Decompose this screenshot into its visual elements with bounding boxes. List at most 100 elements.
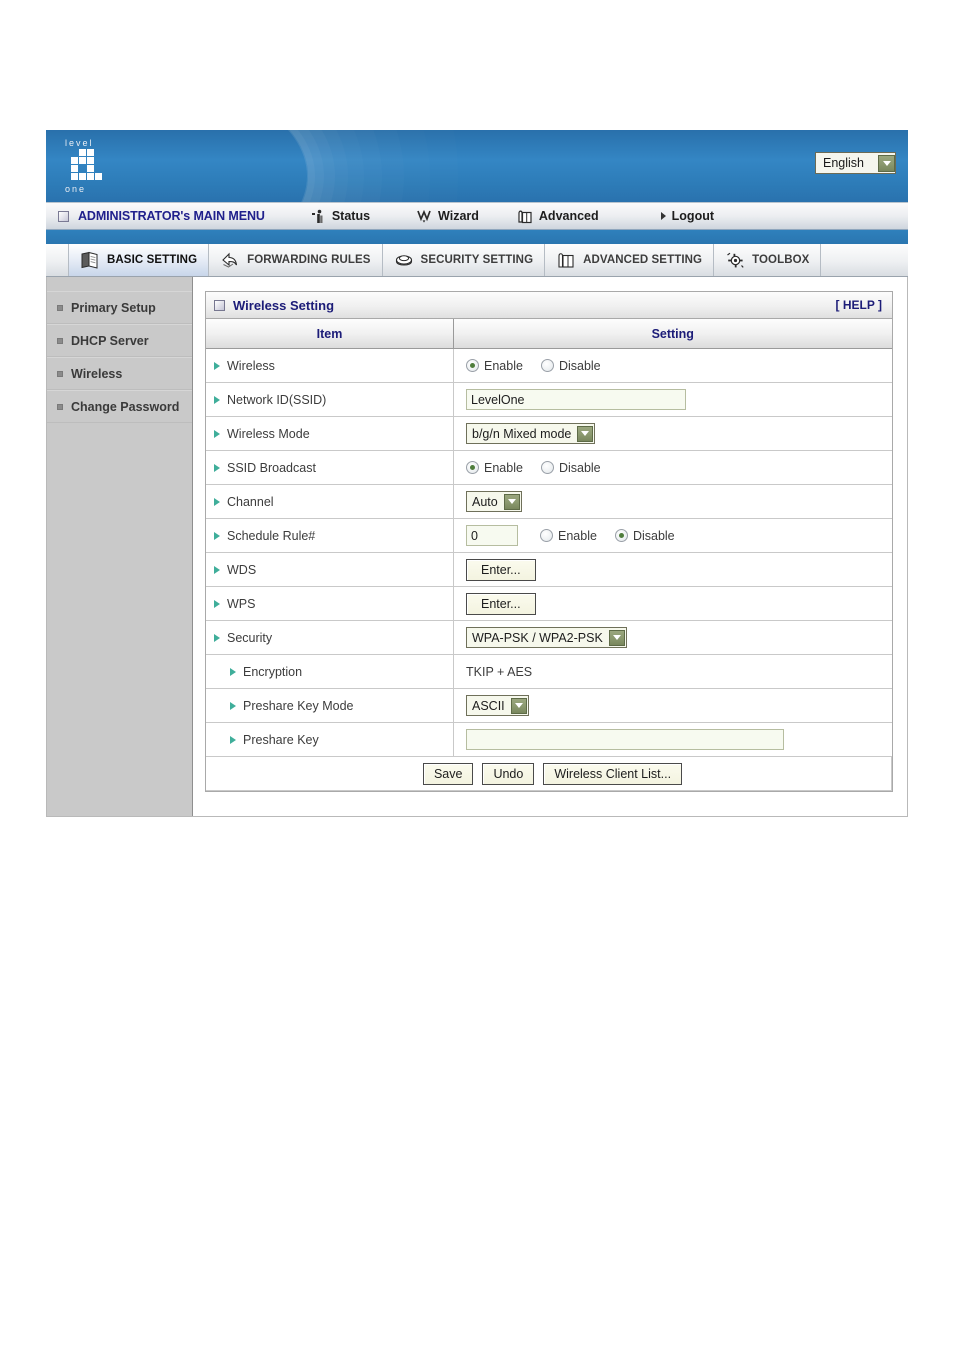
admin-main-menu-text: ADMINISTRATOR's MAIN MENU (78, 209, 265, 223)
sidebar-item-dhcp-server[interactable]: DHCP Server (47, 324, 192, 357)
row-label-encryption: Encryption (243, 664, 303, 679)
preshare-key-mode-select[interactable]: ASCII (466, 695, 529, 716)
preshare-key-input[interactable] (466, 729, 784, 750)
logo-bottom-text: one (65, 184, 87, 194)
row-label-cell: Schedule Rule# (206, 518, 454, 553)
radio-selected-icon (466, 461, 479, 474)
chevron-down-icon (608, 629, 625, 646)
content-area: Wireless Setting [ HELP ] Item Setting W… (193, 277, 907, 816)
radio-schedule-rule-enable[interactable]: Enable (540, 529, 597, 543)
table-row-ssid: Network ID(SSID) (206, 382, 892, 417)
row-label-cell: Security (206, 620, 454, 655)
row-label-cell: Preshare Key (206, 722, 454, 757)
sidebar-item-change-password[interactable]: Change Password (47, 390, 192, 423)
radio-wireless-enable[interactable]: Enable (466, 359, 523, 373)
table-row-wps: WPS Enter... (206, 586, 892, 621)
language-selector[interactable]: English (815, 152, 896, 174)
menu-item-logout-label: Logout (671, 209, 714, 223)
wds-enter-button[interactable]: Enter... (466, 558, 536, 581)
radio-selected-icon (614, 529, 628, 542)
save-button[interactable]: Save (422, 762, 474, 785)
table-row-wireless: Wireless Enable Disable (206, 348, 892, 383)
logo-mark-icon (65, 149, 105, 183)
table-header-row: Item Setting (206, 319, 892, 349)
wireless-mode-value: b/g/n Mixed mode (472, 426, 572, 441)
sidebar-item-wireless[interactable]: Wireless (47, 357, 192, 390)
tab-basic-setting[interactable]: BASIC SETTING (68, 244, 210, 276)
tab-toolbox-label: TOOLBOX (752, 254, 810, 266)
undo-button[interactable]: Undo (482, 762, 535, 785)
radio-schedule-rule-disable[interactable]: Disable (614, 529, 675, 543)
security-select[interactable]: WPA-PSK / WPA2-PSK (466, 627, 627, 648)
status-icon (311, 209, 326, 224)
footer-button-cell: Save Undo Wireless Client List... (206, 756, 892, 791)
radio-wireless-disable[interactable]: Disable (540, 358, 601, 373)
sidebar-item-label: DHCP Server (71, 333, 149, 348)
encryption-value: TKIP + AES (466, 664, 533, 679)
chevron-down-icon (510, 697, 527, 714)
bullet-arrow-icon (214, 463, 220, 472)
row-label-cell: Encryption (206, 654, 454, 689)
tab-security-setting-label: SECURITY SETTING (420, 254, 534, 266)
bullet-arrow-icon (214, 497, 220, 506)
menu-item-status[interactable]: Status (311, 209, 370, 224)
radio-label: Enable (558, 528, 597, 543)
page-title: Wireless Setting (233, 297, 335, 313)
preshare-key-mode-value: ASCII (472, 698, 505, 713)
radio-label: Disable (558, 358, 601, 373)
levelone-logo: level one (64, 138, 130, 196)
bullet-arrow-icon (214, 395, 220, 404)
table-row-wds: WDS Enter... (206, 552, 892, 587)
row-value-cell: Enable Disable (453, 450, 892, 485)
menu-item-advanced[interactable]: Advanced (517, 209, 599, 224)
row-value-cell: TKIP + AES (453, 654, 892, 689)
ui-body: Primary Setup DHCP Server Wireless Chang… (46, 277, 908, 817)
menu-item-wizard[interactable]: Wizard (416, 209, 479, 224)
tab-toolbox[interactable]: TOOLBOX (714, 244, 822, 276)
row-label-schedule-rule: Schedule Rule# (227, 528, 316, 543)
bullet-arrow-icon (230, 701, 236, 710)
table-row-channel: Channel Auto (206, 484, 892, 519)
language-selector-value: English (823, 156, 864, 170)
menu-item-logout[interactable]: Logout (660, 209, 714, 223)
table-row-security: Security WPA-PSK / WPA2-PSK (206, 620, 892, 655)
tab-security-setting[interactable]: SECURITY SETTING (383, 244, 546, 276)
wireless-client-list-button[interactable]: Wireless Client List... (543, 762, 683, 785)
table-row-ssid-broadcast: SSID Broadcast Enable Disable (206, 450, 892, 485)
tab-forwarding-rules[interactable]: FORWARDING RULES (209, 244, 383, 276)
menu-item-advanced-label: Advanced (538, 209, 599, 223)
panel-header: Wireless Setting [ HELP ] (206, 292, 892, 319)
row-label-cell: SSID Broadcast (206, 450, 454, 485)
schedule-rule-input[interactable] (466, 525, 518, 546)
row-label-cell: Network ID(SSID) (206, 382, 454, 417)
forward-icon (220, 251, 240, 269)
menu-square-icon (58, 210, 69, 222)
radio-ssid-broadcast-disable[interactable]: Disable (540, 461, 601, 475)
wps-enter-button[interactable]: Enter... (466, 592, 536, 615)
row-label-preshare-key: Preshare Key (243, 732, 319, 747)
row-label-ssid-broadcast: SSID Broadcast (227, 460, 316, 475)
column-header-setting: Setting (453, 319, 892, 349)
bullet-arrow-icon (230, 735, 236, 744)
radio-unselected-icon (540, 359, 554, 372)
panel-square-icon (214, 299, 225, 311)
sidebar-item-label: Change Password (71, 399, 180, 414)
wireless-mode-select[interactable]: b/g/n Mixed mode (466, 423, 596, 444)
ssid-input[interactable] (466, 389, 686, 410)
bullet-icon (57, 370, 63, 377)
row-label-security: Security (227, 630, 273, 645)
radio-label: Enable (484, 460, 523, 475)
radio-ssid-broadcast-enable[interactable]: Enable (466, 461, 523, 475)
tab-advanced-setting[interactable]: ADVANCED SETTING (545, 244, 715, 276)
radio-unselected-icon (540, 529, 553, 542)
channel-value: Auto (472, 494, 498, 509)
channel-select[interactable]: Auto (466, 491, 522, 512)
toolbox-icon (725, 251, 745, 269)
sidebar-item-primary-setup[interactable]: Primary Setup (47, 291, 192, 324)
row-label-cell: Preshare Key Mode (206, 688, 454, 723)
sidebar-item-label: Wireless (71, 366, 123, 381)
chevron-down-icon (503, 493, 520, 510)
help-link[interactable]: [ HELP ] (836, 298, 882, 312)
bullet-icon (57, 403, 63, 410)
row-label-wps: WPS (227, 596, 256, 611)
